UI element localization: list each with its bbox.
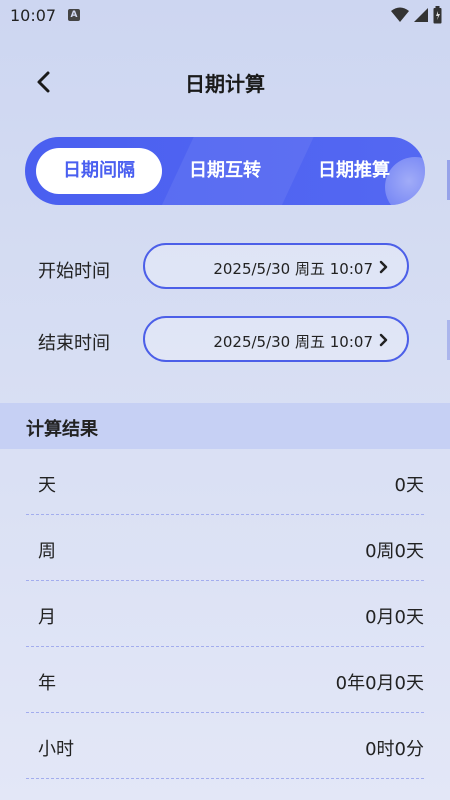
result-label: 年 [38,673,56,694]
status-icons [391,6,442,24]
battery-icon [433,6,442,24]
result-label: 天 [38,475,56,496]
mode-tabs: 日期间隔 日期互转 日期推算 [25,137,425,205]
page-title: 日期计算 [185,72,265,96]
end-time-picker[interactable]: 2025/5/30 周五 10:07 [143,316,409,362]
tab-date-convert[interactable]: 日期互转 [166,148,284,194]
result-row-months: 月 0月0天 [26,581,424,647]
tab-date-interval[interactable]: 日期间隔 [36,148,162,194]
result-value: 0时0分 [365,739,424,760]
end-time-value: 2025/5/30 周五 10:07 [213,333,373,351]
result-value: 0月0天 [365,607,424,628]
start-time-label: 开始时间 [38,261,110,282]
result-label: 小时 [38,739,74,760]
status-time: 10:07 [10,6,57,25]
result-value: 0周0天 [365,541,424,562]
result-label: 月 [38,607,56,628]
result-label: 周 [38,541,56,562]
status-bar: 10:07 A [0,0,450,32]
result-row-days: 天 0天 [26,449,424,515]
end-time-label: 结束时间 [38,333,110,354]
result-value: 0天 [394,475,424,496]
result-row-years: 年 0年0月0天 [26,647,424,713]
chevron-right-icon [379,260,388,274]
start-time-picker[interactable]: 2025/5/30 周五 10:07 [143,243,409,289]
tab-date-calculate[interactable]: 日期推算 [295,148,413,194]
wifi-icon [391,7,409,22]
app-header: 日期计算 [0,58,450,104]
result-row-weeks: 周 0周0天 [26,515,424,581]
start-time-value: 2025/5/30 周五 10:07 [213,260,373,278]
result-section-header: 计算结果 [0,403,450,449]
chevron-right-icon [379,333,388,347]
signal-icon [414,8,428,22]
result-title: 计算结果 [26,419,98,440]
result-list: 天 0天 周 0周0天 月 0月0天 年 0年0月0天 小时 0时0分 [0,449,450,779]
notification-icon: A [68,9,80,21]
result-row-hours: 小时 0时0分 [26,713,424,779]
result-value: 0年0月0天 [335,673,424,694]
